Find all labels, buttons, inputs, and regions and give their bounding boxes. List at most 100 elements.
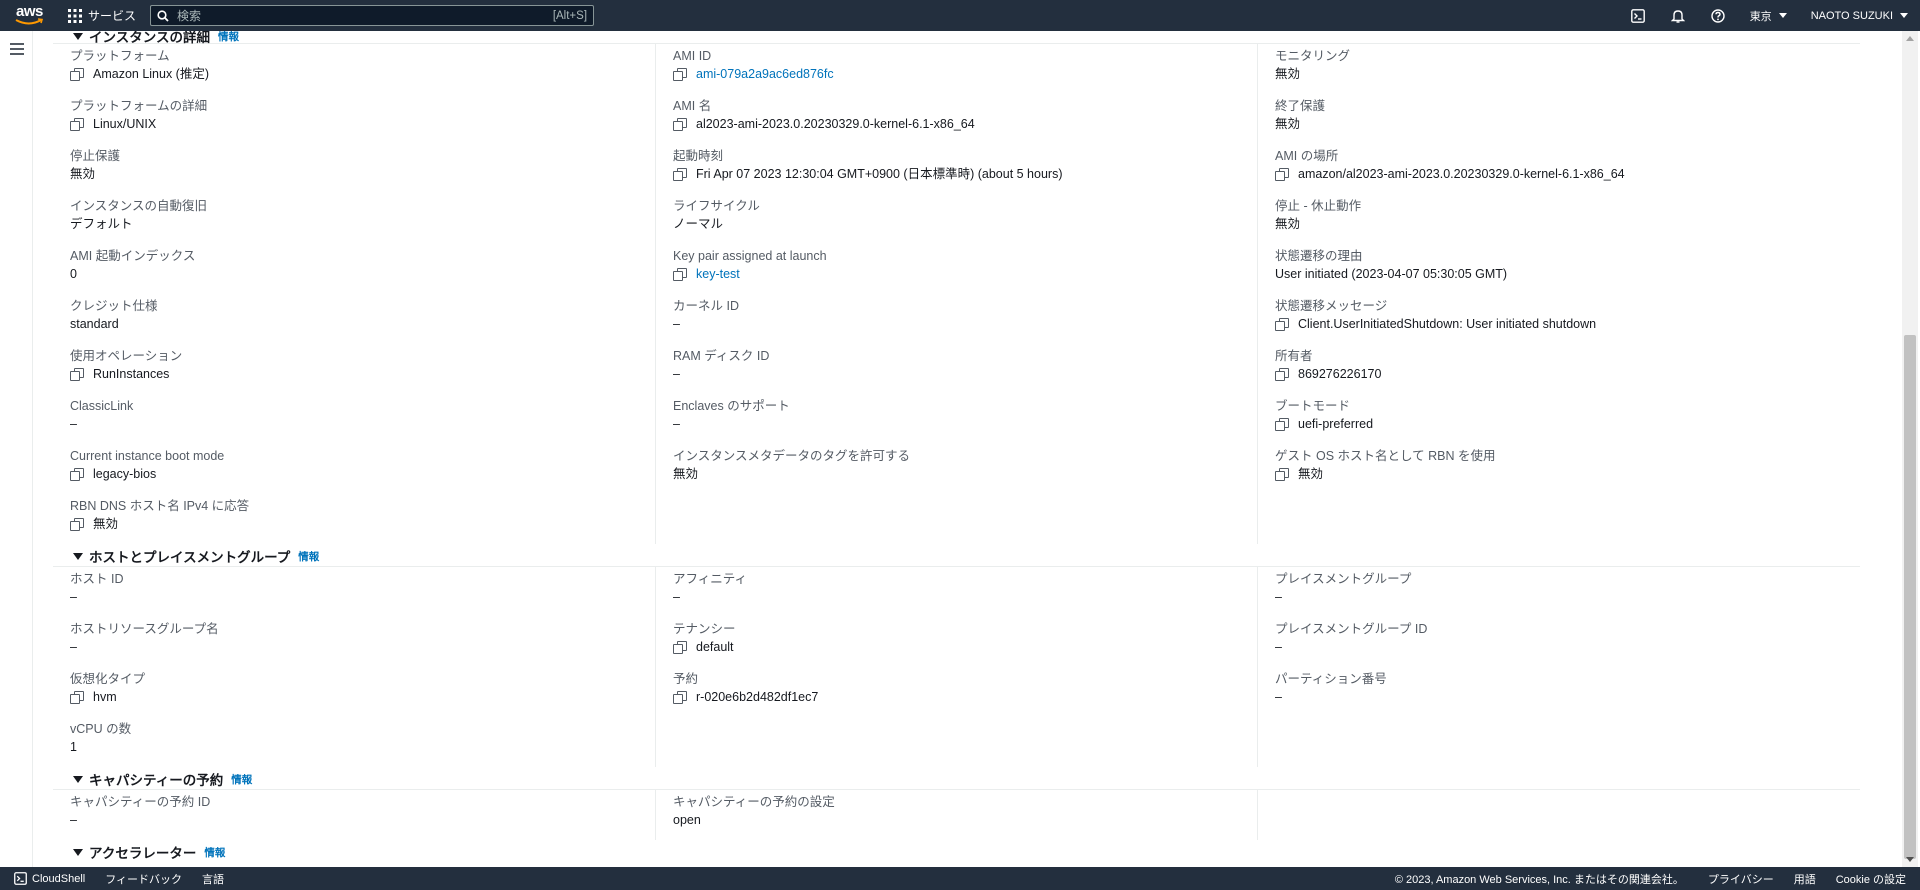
- caret-down-icon[interactable]: [73, 32, 83, 40]
- info-link[interactable]: 情報: [204, 845, 225, 860]
- terminal-icon: [1630, 8, 1645, 23]
- ami-id-link[interactable]: ami-079a2a9ac6ed876fc: [696, 65, 834, 84]
- field-value: standard: [70, 317, 119, 331]
- field-value: 無効: [1275, 67, 1301, 81]
- services-menu-button[interactable]: サービス: [68, 7, 136, 24]
- copy-icon[interactable]: [70, 691, 85, 704]
- field-usage-operation: 使用オペレーション RunInstances: [70, 344, 655, 394]
- field-value: open: [673, 813, 701, 827]
- field-ami-name: AMI 名 al2023-ami-2023.0.20230329.0-kerne…: [673, 94, 1257, 144]
- copy-icon[interactable]: [673, 641, 688, 654]
- field-label: 状態遷移の理由: [1275, 249, 1363, 263]
- field-classiclink: ClassicLink –: [70, 394, 655, 444]
- field-stop-hibernate: 停止 - 休止動作 無効: [1275, 194, 1859, 244]
- field-label: AMI の場所: [1275, 149, 1339, 163]
- value-text: 無効: [1298, 467, 1324, 481]
- menu-icon[interactable]: [10, 43, 24, 58]
- capacity-column-3: [1257, 790, 1859, 840]
- terminal-icon: [14, 872, 27, 885]
- region-selector[interactable]: 東京: [1738, 8, 1799, 24]
- copy-icon[interactable]: [70, 68, 85, 81]
- field-label: モニタリング: [1275, 49, 1351, 63]
- top-navigation-bar: aws サービス [Alt+S]: [0, 0, 1920, 31]
- aws-logo[interactable]: aws: [14, 0, 64, 31]
- notifications-button[interactable]: [1658, 0, 1698, 31]
- field-value: –: [70, 640, 77, 654]
- field-tenancy: テナンシー default: [673, 617, 1257, 667]
- copy-icon[interactable]: [673, 691, 688, 704]
- field-label: ゲスト OS ホスト名として RBN を使用: [1275, 449, 1496, 463]
- field-value: default: [673, 638, 1257, 657]
- caret-down-icon[interactable]: [73, 848, 83, 856]
- info-link[interactable]: 情報: [231, 772, 252, 787]
- info-link[interactable]: 情報: [298, 549, 319, 564]
- caret-down-icon[interactable]: [73, 775, 83, 783]
- copy-icon[interactable]: [1275, 418, 1290, 431]
- field-value: ノーマル: [673, 217, 724, 231]
- copy-icon[interactable]: [673, 68, 688, 81]
- copy-icon[interactable]: [70, 518, 85, 531]
- field-capacity-reservation-setting: キャパシティーの予約の設定 open: [673, 790, 1257, 840]
- copy-icon[interactable]: [70, 468, 85, 481]
- copy-icon[interactable]: [1275, 168, 1290, 181]
- field-owner: 所有者 869276226170: [1275, 344, 1859, 394]
- key-pair-link[interactable]: key-test: [696, 265, 740, 284]
- copy-icon[interactable]: [1275, 368, 1290, 381]
- language-link[interactable]: 言語: [192, 871, 234, 887]
- privacy-link[interactable]: プライバシー: [1698, 871, 1784, 887]
- info-link[interactable]: 情報: [218, 31, 239, 44]
- field-value: User initiated (2023-04-07 05:30:05 GMT): [1275, 267, 1508, 281]
- field-value: Fri Apr 07 2023 12:30:04 GMT+0900 (日本標準時…: [673, 165, 1257, 184]
- page-scrollbar[interactable]: [1902, 31, 1918, 867]
- field-rbn-dns-ipv4: RBN DNS ホスト名 IPv4 に応答 無効: [70, 494, 655, 544]
- field-label: RBN DNS ホスト名 IPv4 に応答: [70, 499, 250, 513]
- capacity-column-1: キャパシティーの予約 ID –: [53, 790, 655, 840]
- field-label: パーティション番号: [1275, 672, 1387, 686]
- grid-icon: [68, 8, 82, 23]
- field-value: r-020e6b2d482df1ec7: [673, 688, 1257, 707]
- footer-bar: CloudShell フィードバック 言語 © 2023, Amazon Web…: [0, 867, 1920, 890]
- search-shortcut-hint: [Alt+S]: [552, 9, 588, 22]
- details-column-3: モニタリング 無効 終了保護 無効 AMI の場所 amazon/al2023-…: [1257, 44, 1859, 544]
- field-ami-launch-index: AMI 起動インデックス 0: [70, 244, 655, 294]
- scrollbar-thumb[interactable]: [1904, 335, 1916, 859]
- caret-down-icon[interactable]: [73, 552, 83, 560]
- field-value: legacy-bios: [70, 465, 655, 484]
- copy-icon[interactable]: [1275, 318, 1290, 331]
- terms-link[interactable]: 用語: [1784, 871, 1826, 887]
- copy-icon[interactable]: [673, 168, 688, 181]
- value-text: uefi-preferred: [1298, 417, 1374, 431]
- cookie-settings-link[interactable]: Cookie の設定: [1826, 871, 1920, 887]
- account-menu[interactable]: NAOTO SUZUKI: [1799, 10, 1920, 22]
- field-value: 無効: [1275, 117, 1301, 131]
- search-box[interactable]: [Alt+S]: [150, 5, 595, 26]
- section-title: アクセラレーター: [89, 846, 197, 861]
- search-input[interactable]: [175, 7, 553, 24]
- field-value: Linux/UNIX: [70, 115, 655, 134]
- copy-icon[interactable]: [1275, 468, 1290, 481]
- field-label: プラットフォームの詳細: [70, 99, 208, 113]
- cloudshell-footer-button[interactable]: CloudShell: [0, 872, 95, 885]
- top-right-controls: 東京 NAOTO SUZUKI: [1618, 0, 1920, 31]
- field-platform-details: プラットフォームの詳細 Linux/UNIX: [70, 94, 655, 144]
- left-rail: [0, 31, 33, 867]
- copy-icon[interactable]: [70, 118, 85, 131]
- field-value: –: [673, 317, 680, 331]
- feedback-link[interactable]: フィードバック: [95, 871, 192, 887]
- field-label: 停止保護: [70, 149, 121, 163]
- copy-icon[interactable]: [70, 368, 85, 381]
- scroll-down-arrow-icon[interactable]: [1906, 857, 1914, 862]
- field-label: カーネル ID: [673, 299, 739, 313]
- field-label: Key pair assigned at launch: [673, 249, 827, 263]
- field-value: 0: [70, 267, 77, 281]
- copy-icon[interactable]: [673, 268, 688, 281]
- caret-down-icon: [1778, 13, 1787, 18]
- cloudshell-button[interactable]: [1618, 0, 1658, 31]
- help-button[interactable]: [1698, 0, 1738, 31]
- field-stop-protection: 停止保護 無効: [70, 144, 655, 194]
- section-header-instance-details: インスタンスの詳細 情報: [53, 31, 1860, 45]
- field-label: クレジット仕様: [70, 299, 158, 313]
- field-label: 使用オペレーション: [70, 349, 183, 363]
- scroll-up-arrow-icon[interactable]: [1906, 36, 1914, 41]
- copy-icon[interactable]: [673, 118, 688, 131]
